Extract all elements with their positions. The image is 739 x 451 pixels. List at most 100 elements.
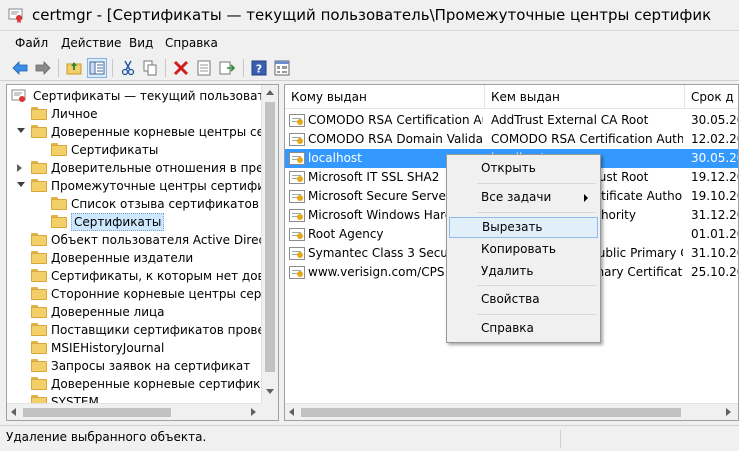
column-issued-to[interactable]: Кому выдан bbox=[285, 85, 485, 109]
copy-icon[interactable] bbox=[140, 58, 160, 78]
delete-icon[interactable] bbox=[171, 58, 191, 78]
show-tree-icon[interactable] bbox=[87, 58, 107, 78]
tree-item-label: Доверенные корневые сертификаты смарт-ка… bbox=[51, 377, 279, 391]
tree-item-label: Доверенные издатели bbox=[51, 251, 194, 265]
scroll-left-arrow-icon[interactable] bbox=[289, 408, 294, 416]
toolbar-separator bbox=[58, 59, 59, 77]
list-header: Кому выдан Кем выдан Срок д bbox=[285, 85, 738, 109]
tree-root-label: Сертификаты — текущий пользователь bbox=[33, 89, 279, 103]
column-expiration[interactable]: Срок д bbox=[685, 85, 738, 109]
menu-properties[interactable]: Свойства bbox=[449, 289, 598, 310]
menu-separator bbox=[477, 212, 596, 213]
scroll-corner bbox=[261, 403, 278, 420]
forward-icon[interactable] bbox=[33, 58, 53, 78]
help-icon[interactable]: ? bbox=[249, 58, 269, 78]
certificate-icon bbox=[289, 266, 305, 279]
menu-cut[interactable]: Вырезать bbox=[449, 217, 598, 238]
cell-expiration: 01.01.20 bbox=[691, 227, 738, 241]
table-row[interactable]: COMODO RSA Domain Validati... COMODO RSA … bbox=[285, 130, 738, 149]
scroll-right-arrow-icon[interactable] bbox=[251, 408, 256, 416]
cell-expiration: 31.12.20 bbox=[691, 208, 738, 222]
status-text: Удаление выбранного объекта. bbox=[6, 430, 207, 444]
menu-separator bbox=[477, 285, 596, 286]
export-icon[interactable] bbox=[217, 58, 237, 78]
cell-issued-to: COMODO RSA Domain Validati... bbox=[308, 132, 483, 146]
menu-bar: Файл Действие Вид Справка bbox=[0, 32, 739, 54]
folder-icon bbox=[31, 305, 47, 318]
tree-item-label: Личное bbox=[51, 107, 98, 121]
folder-icon bbox=[31, 341, 47, 354]
view-options-icon[interactable] bbox=[272, 58, 292, 78]
cut-icon[interactable] bbox=[118, 58, 138, 78]
cell-expiration: 19.10.20 bbox=[691, 189, 738, 203]
tree-item-label: Доверительные отношения в предприятии bbox=[51, 161, 279, 175]
toolbar-separator bbox=[112, 59, 113, 77]
certificate-store-icon bbox=[11, 89, 26, 102]
menu-file[interactable]: Файл bbox=[15, 36, 48, 50]
tree-vertical-scrollbar[interactable] bbox=[261, 85, 278, 403]
tree-item-label: Сертификаты bbox=[71, 143, 159, 157]
certificate-icon bbox=[289, 171, 305, 184]
tree-item-label: Промежуточные центры сертификации bbox=[51, 179, 279, 193]
cell-issued-to: COMODO RSA Certification Au... bbox=[308, 113, 483, 127]
tree-pane[interactable]: Сертификаты — текущий пользователь Лично… bbox=[6, 84, 279, 421]
menu-copy[interactable]: Копировать bbox=[449, 239, 598, 260]
tree-item-label: Запросы заявок на сертификат bbox=[51, 359, 251, 373]
list-horizontal-scrollbar[interactable] bbox=[285, 403, 738, 420]
folder-icon bbox=[31, 377, 47, 390]
tree-item-label: Сертификаты bbox=[71, 213, 165, 231]
status-bar: Удаление выбранного объекта. bbox=[0, 425, 739, 451]
menu-view[interactable]: Вид bbox=[129, 36, 153, 50]
folder-icon bbox=[31, 359, 47, 372]
toolbar-separator bbox=[165, 59, 166, 77]
window-title: certmgr - [Сертификаты — текущий пользов… bbox=[32, 6, 712, 24]
folder-icon bbox=[31, 233, 47, 246]
list-hscroll-thumb[interactable] bbox=[301, 408, 681, 417]
folder-icon bbox=[31, 107, 47, 120]
menu-delete[interactable]: Удалить bbox=[449, 261, 598, 282]
tree-hscroll-thumb[interactable] bbox=[23, 408, 171, 417]
context-menu: Открыть Все задачи Вырезать Копировать У… bbox=[446, 154, 601, 343]
submenu-arrow-icon bbox=[584, 194, 588, 202]
collapse-arrow-icon[interactable] bbox=[17, 128, 25, 133]
toolbar-separator bbox=[243, 59, 244, 77]
folder-icon bbox=[31, 323, 47, 336]
tree-item-label: Список отзыва сертификатов bbox=[71, 197, 259, 211]
folder-icon bbox=[31, 125, 47, 138]
cell-issued-by: COMODO RSA Certification Auth... bbox=[491, 132, 683, 146]
certificate-app-icon bbox=[8, 8, 23, 23]
status-divider bbox=[560, 430, 561, 448]
collapse-arrow-icon[interactable] bbox=[17, 182, 25, 187]
back-icon[interactable] bbox=[10, 58, 30, 78]
folder-icon bbox=[51, 197, 67, 210]
tree-scroll-thumb[interactable] bbox=[265, 102, 275, 372]
cell-expiration: 12.02.20 bbox=[691, 132, 738, 146]
expand-arrow-icon[interactable] bbox=[17, 164, 22, 172]
menu-separator bbox=[477, 183, 596, 184]
tree-item-label: Поставщики сертификатов проверки подлинн… bbox=[51, 323, 278, 337]
cell-expiration: 30.05.20 bbox=[691, 113, 738, 127]
tree-item-label: Доверенные корневые центры сертификации bbox=[51, 125, 278, 139]
menu-open[interactable]: Открыть bbox=[449, 158, 598, 179]
folder-icon bbox=[31, 179, 47, 192]
folder-icon bbox=[31, 161, 47, 174]
menu-help-item[interactable]: Справка bbox=[449, 318, 598, 339]
properties-icon[interactable] bbox=[194, 58, 214, 78]
up-folder-icon[interactable] bbox=[64, 58, 84, 78]
folder-icon bbox=[31, 269, 47, 282]
title-bar: certmgr - [Сертификаты — текущий пользов… bbox=[0, 0, 739, 31]
menu-all-tasks[interactable]: Все задачи bbox=[449, 187, 598, 208]
scroll-left-arrow-icon[interactable] bbox=[11, 408, 16, 416]
tree-item-label: Сторонние корневые центры сертификации bbox=[51, 287, 278, 301]
certificate-icon bbox=[289, 190, 305, 203]
tree-horizontal-scrollbar[interactable] bbox=[7, 403, 262, 420]
toolbar: ? bbox=[0, 55, 739, 81]
column-issued-by[interactable]: Кем выдан bbox=[485, 85, 685, 109]
menu-action[interactable]: Действие bbox=[61, 36, 121, 50]
scroll-down-arrow-icon[interactable] bbox=[266, 389, 274, 394]
cell-issued-by: AddTrust External CA Root bbox=[491, 113, 649, 127]
scroll-up-arrow-icon[interactable] bbox=[266, 90, 274, 95]
scroll-right-arrow-icon[interactable] bbox=[726, 408, 731, 416]
menu-help[interactable]: Справка bbox=[165, 36, 218, 50]
table-row[interactable]: COMODO RSA Certification Au... AddTrust E… bbox=[285, 111, 738, 130]
